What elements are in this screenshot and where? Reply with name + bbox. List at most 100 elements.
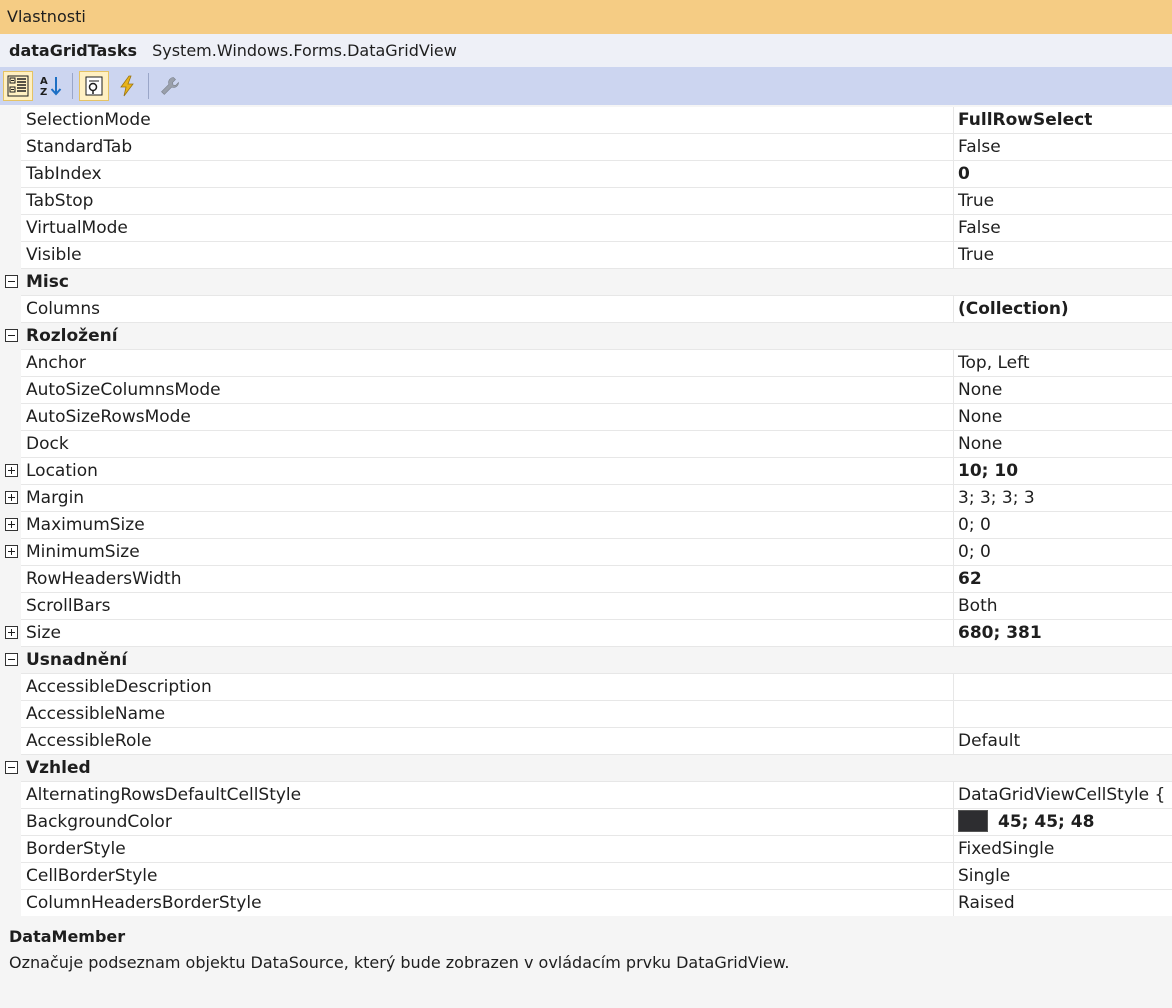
property-row[interactable]: VirtualMode False [0,215,1172,242]
property-value[interactable]: False [953,134,1172,160]
object-selector[interactable]: dataGridTasks System.Windows.Forms.DataG… [0,34,1172,67]
row-gutter [0,296,21,323]
property-value[interactable]: 3; 3; 3; 3 [953,485,1172,511]
events-button[interactable] [112,71,142,101]
svg-text:A: A [40,76,48,87]
property-row[interactable]: BorderStyle FixedSingle [0,836,1172,863]
property-value-text: 62 [958,569,982,589]
property-row[interactable]: AutoSizeColumnsMode None [0,377,1172,404]
property-name: MinimumSize [26,542,140,562]
property-value[interactable]: Default [953,728,1172,754]
property-row[interactable]: AlternatingRowsDefaultCellStyle DataGridV… [0,782,1172,809]
property-value[interactable]: None [953,431,1172,457]
property-row[interactable]: StandardTab False [0,134,1172,161]
expand-icon[interactable] [5,491,18,504]
property-row[interactable]: SelectionMode FullRowSelect [0,107,1172,134]
property-row[interactable]: Margin 3; 3; 3; 3 [0,485,1172,512]
row-gutter [0,404,21,431]
categorized-icon [7,75,29,97]
property-row[interactable]: CellBorderStyle Single [0,863,1172,890]
property-value[interactable]: Both [953,593,1172,619]
property-row[interactable]: MinimumSize 0; 0 [0,539,1172,566]
property-value-text: 680; 381 [958,623,1042,643]
property-value[interactable]: 10; 10 [953,458,1172,484]
property-row[interactable]: Location 10; 10 [0,458,1172,485]
collapse-icon[interactable] [5,275,18,288]
property-name: ColumnHeadersBorderStyle [26,893,262,913]
collapse-icon[interactable] [5,329,18,342]
property-name: AlternatingRowsDefaultCellStyle [26,785,302,805]
alphabetical-icon: A Z [40,76,62,98]
property-row[interactable]: MaximumSize 0; 0 [0,512,1172,539]
property-value-text: 0; 0 [958,515,991,535]
property-value[interactable] [953,701,1172,727]
object-type: System.Windows.Forms.DataGridView [152,41,457,60]
alphabetical-button[interactable]: A Z [36,71,66,101]
row-gutter [0,674,21,701]
category-row[interactable]: Usnadnění [0,647,1172,674]
category-name: Usnadnění [26,650,128,670]
property-value-text: Both [958,596,998,616]
property-value[interactable]: 0 [953,161,1172,187]
property-row[interactable]: AutoSizeRowsMode None [0,404,1172,431]
row-gutter [0,566,21,593]
property-value[interactable]: DataGridViewCellStyle { } [953,782,1172,808]
property-value[interactable]: Top, Left [953,350,1172,376]
property-value[interactable]: 45; 45; 48 [953,809,1172,835]
property-value[interactable]: None [953,404,1172,430]
property-value[interactable]: FullRowSelect [953,107,1172,133]
toolbar-separator [72,73,73,99]
property-value[interactable]: None [953,377,1172,403]
property-name: Visible [26,245,82,265]
property-value[interactable]: Single [953,863,1172,889]
object-name: dataGridTasks [9,41,137,60]
property-row[interactable]: ColumnHeadersBorderStyle Raised [0,890,1172,916]
property-row[interactable]: Size 680; 381 [0,620,1172,647]
property-value[interactable]: 680; 381 [953,620,1172,646]
property-name: AutoSizeRowsMode [26,407,191,427]
property-value[interactable]: FixedSingle [953,836,1172,862]
property-row[interactable]: TabStop True [0,188,1172,215]
property-value[interactable]: 62 [953,566,1172,592]
property-value[interactable]: Raised [953,890,1172,916]
property-row[interactable]: AccessibleDescription [0,674,1172,701]
property-value-text: Top, Left [958,353,1030,373]
property-row[interactable]: Dock None [0,431,1172,458]
property-name: VirtualMode [26,218,128,238]
property-name: CellBorderStyle [26,866,158,886]
properties-button[interactable] [79,71,109,101]
category-row[interactable]: Rozložení [0,323,1172,350]
categorized-button[interactable] [3,71,33,101]
collapse-icon[interactable] [5,761,18,774]
expand-icon[interactable] [5,545,18,558]
collapse-icon[interactable] [5,653,18,666]
properties-icon [85,76,103,96]
expand-icon[interactable] [5,464,18,477]
property-name: AccessibleName [26,704,166,724]
properties-toolbar: A Z [0,67,1172,105]
property-pages-button[interactable] [155,71,185,101]
property-row[interactable]: ScrollBars Both [0,593,1172,620]
row-gutter [0,728,21,755]
svg-text:Z: Z [40,87,47,98]
property-row[interactable]: AccessibleName [0,701,1172,728]
property-row[interactable]: AccessibleRole Default [0,728,1172,755]
property-row[interactable]: RowHeadersWidth 62 [0,566,1172,593]
property-value[interactable]: False [953,215,1172,241]
expand-icon[interactable] [5,518,18,531]
property-value[interactable]: (Collection) [953,296,1172,322]
property-row[interactable]: Visible True [0,242,1172,269]
property-row[interactable]: TabIndex 0 [0,161,1172,188]
property-row[interactable]: Columns (Collection) [0,296,1172,323]
category-row[interactable]: Vzhled [0,755,1172,782]
property-value[interactable]: 0; 0 [953,539,1172,565]
property-row[interactable]: BackgroundColor 45; 45; 48 [0,809,1172,836]
property-name: TabStop [26,191,94,211]
property-value[interactable] [953,674,1172,700]
property-value[interactable]: True [953,242,1172,268]
expand-icon[interactable] [5,626,18,639]
property-value[interactable]: 0; 0 [953,512,1172,538]
property-row[interactable]: Anchor Top, Left [0,350,1172,377]
category-row[interactable]: Misc [0,269,1172,296]
property-value[interactable]: True [953,188,1172,214]
